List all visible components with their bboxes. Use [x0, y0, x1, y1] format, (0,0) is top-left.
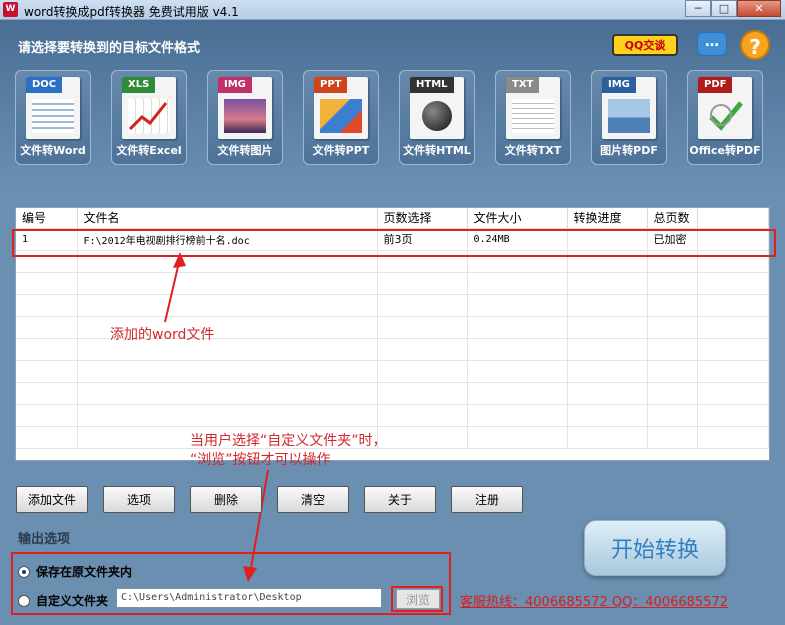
start-convert-button[interactable]: 开始转换 — [584, 520, 726, 576]
radio-custom-folder[interactable] — [18, 594, 30, 607]
register-button[interactable]: 注册 — [451, 486, 523, 513]
delete-button[interactable]: 删除 — [190, 486, 262, 513]
options-button[interactable]: 选项 — [103, 486, 175, 513]
action-button-row: 添加文件 选项 删除 清空 关于 注册 — [16, 486, 538, 513]
browse-button[interactable]: 浏览 — [396, 589, 440, 609]
option-save-original-label: 保存在原文件夹内 — [36, 565, 133, 579]
add-file-button[interactable]: 添加文件 — [16, 486, 88, 513]
radio-save-original[interactable] — [18, 565, 30, 578]
option-custom-folder[interactable]: 自定义文件夹 — [18, 592, 108, 609]
output-options-label: 输出选项 — [18, 532, 71, 547]
option-custom-folder-label: 自定义文件夹 — [36, 594, 109, 608]
clear-button[interactable]: 清空 — [277, 486, 349, 513]
about-button[interactable]: 关于 — [364, 486, 436, 513]
option-save-original[interactable]: 保存在原文件夹内 — [18, 563, 132, 580]
support-hotline-link[interactable]: 客服热线：4006685572 QQ：4006685572 — [460, 591, 728, 610]
output-path-field[interactable]: C:\Users\Administrator\Desktop — [116, 588, 382, 608]
